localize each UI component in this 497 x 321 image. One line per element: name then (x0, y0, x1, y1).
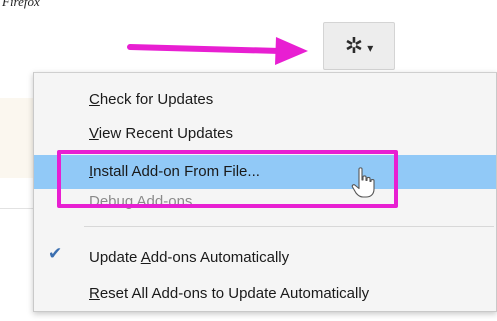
menu-item-label: Debug Add-ons (89, 193, 193, 210)
tools-dropdown-menu: Check for Updates View Recent Updates In… (33, 72, 497, 312)
menu-item-label-post: dd-ons Automatically (150, 249, 290, 266)
menu-item-accesskey: A (140, 249, 151, 266)
menu-item-accesskey: C (89, 91, 100, 108)
cropped-title-text: Firefox (2, 0, 40, 9)
menu-item-check-for-updates[interactable]: Check for Updates (34, 83, 496, 117)
menu-item-reset-all-addons[interactable]: Reset All Add-ons to Update Automaticall… (34, 277, 496, 311)
menu-item-label: eset All Add-ons to Update Automatically (99, 285, 370, 302)
menu-item-label-pre: Update (89, 249, 141, 266)
menu-separator (84, 226, 494, 227)
top-text-strip: Firefox (0, 0, 497, 28)
menu-item-view-recent-updates[interactable]: View Recent Updates (34, 117, 496, 151)
menu-item-label: nstall Add-on From File... (93, 163, 260, 180)
chevron-down-icon: ▾ (367, 40, 374, 55)
menu-item-debug-addons[interactable]: Debug Add-ons (34, 191, 496, 217)
menu-item-accesskey: R (89, 285, 100, 302)
menu-item-accesskey: V (89, 125, 99, 142)
menu-item-label: iew Recent Updates (98, 125, 233, 142)
screenshot-stage: Firefox ✲ ▾ Check for Updates View Recen… (0, 0, 497, 321)
menu-item-update-addons-automatically[interactable]: Update Add-ons Automatically (34, 241, 496, 275)
menu-item-install-addon-from-file[interactable]: Install Add-on From File... (34, 155, 496, 189)
menu-item-label: heck for Updates (99, 91, 214, 108)
tools-gear-button[interactable]: ✲ ▾ (323, 22, 395, 70)
gear-icon: ✲ (344, 33, 364, 58)
hand-pointer-cursor-icon (351, 167, 375, 198)
